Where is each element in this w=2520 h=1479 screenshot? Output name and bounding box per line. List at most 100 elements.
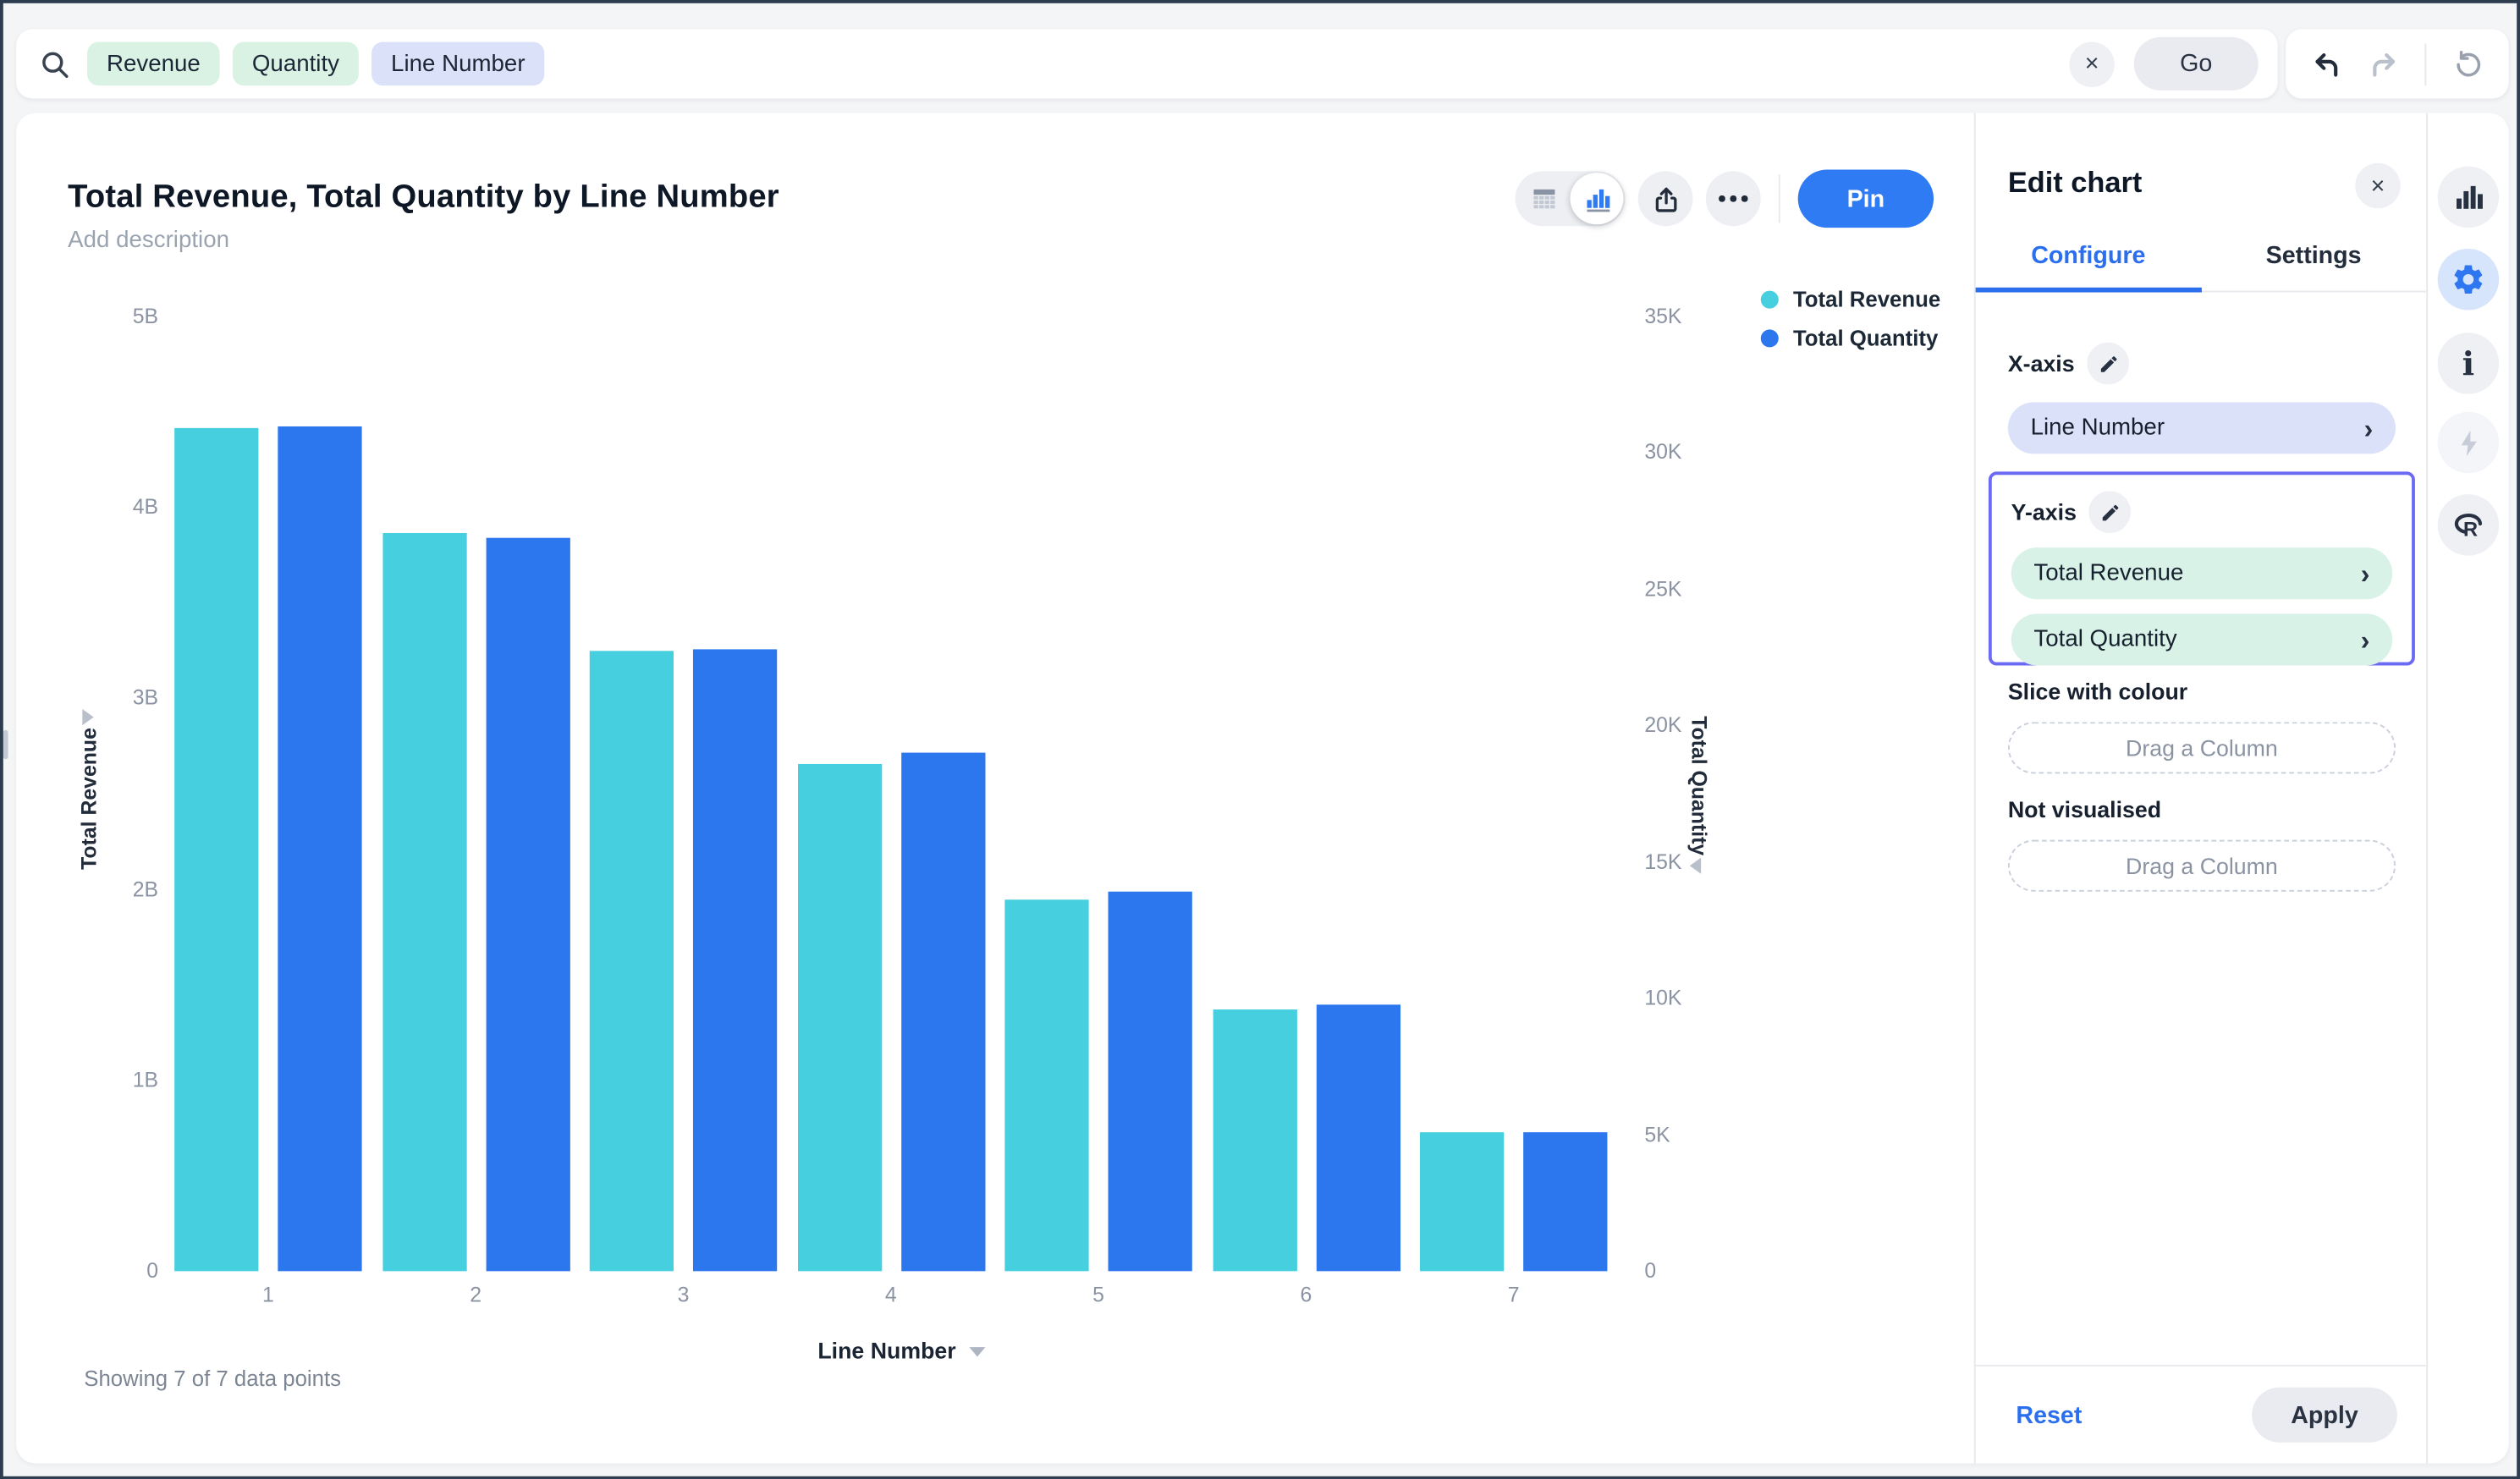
bar-total-revenue-line-4[interactable] xyxy=(797,764,881,1271)
legend-item-total-revenue[interactable]: Total Revenue xyxy=(1761,288,1940,312)
y-axis-field-total-quantity[interactable]: Total Quantity › xyxy=(2011,613,2393,665)
legend-dot-icon xyxy=(1761,329,1779,347)
right-axis-tick: 0 xyxy=(1644,1258,1728,1283)
chevron-right-icon: › xyxy=(2361,559,2370,586)
edit-x-axis-button[interactable] xyxy=(2088,343,2130,385)
x-axis-tick: 6 xyxy=(1274,1283,1338,1307)
x-axis-tick: 2 xyxy=(443,1283,508,1307)
app-window: Revenue Quantity Line Number × Go xyxy=(0,0,2520,1479)
view-toggle xyxy=(1516,171,1626,226)
divider xyxy=(2425,43,2427,85)
tab-settings[interactable]: Settings xyxy=(2201,242,2426,290)
reset-icon[interactable] xyxy=(2451,47,2484,80)
x-axis-tick: 4 xyxy=(859,1283,923,1307)
legend-label: Total Quantity xyxy=(1793,327,1938,351)
bar-total-quantity-line-4[interactable] xyxy=(900,753,984,1272)
slice-section-label: Slice with colour xyxy=(2008,679,2187,705)
table-view-icon[interactable] xyxy=(1517,173,1571,224)
bar-total-revenue-line-1[interactable] xyxy=(174,428,258,1271)
bar-total-quantity-line-2[interactable] xyxy=(486,538,569,1272)
chart-type-button[interactable] xyxy=(2438,167,2500,228)
legend-dot-icon xyxy=(1761,291,1779,309)
axis-drag-handle-icon[interactable] xyxy=(1690,858,1701,874)
y-axis-section-label: Y-axis xyxy=(2011,499,2077,525)
legend-item-total-quantity[interactable]: Total Quantity xyxy=(1761,327,1940,351)
panel-resize-handle[interactable] xyxy=(3,730,8,759)
field-label: Total Revenue xyxy=(2033,560,2183,586)
x-axis-section: X-axis Line Number › xyxy=(2008,343,2396,454)
bar-total-revenue-line-2[interactable] xyxy=(382,533,465,1271)
right-axis-tick: 5K xyxy=(1644,1122,1728,1146)
edit-y-axis-button[interactable] xyxy=(2089,491,2132,533)
add-description-button[interactable]: Add description xyxy=(68,228,229,254)
pencil-icon xyxy=(2100,502,2121,523)
x-axis-title[interactable]: Line Number xyxy=(772,1338,1030,1364)
bar-total-revenue-line-5[interactable] xyxy=(1004,899,1088,1271)
bar-total-quantity-line-7[interactable] xyxy=(1523,1132,1607,1271)
chart-type-icon xyxy=(2452,181,2484,213)
search-chip-quantity[interactable]: Quantity xyxy=(233,42,359,86)
slice-with-colour-section: Slice with colour Drag a Column xyxy=(2008,679,2396,774)
not-visualised-drop-zone[interactable]: Drag a Column xyxy=(2008,840,2396,892)
search-chip-line-number[interactable]: Line Number xyxy=(371,42,544,86)
main-card: Total Revenue, Total Quantity by Line Nu… xyxy=(16,113,2509,1464)
more-options-button[interactable] xyxy=(1706,171,1761,226)
x-axis-tick: 7 xyxy=(1482,1283,1546,1307)
top-bar: Revenue Quantity Line Number × Go xyxy=(16,29,2509,98)
info-button[interactable]: i xyxy=(2438,333,2500,394)
x-axis-title-label: Line Number xyxy=(817,1338,955,1364)
go-button[interactable]: Go xyxy=(2134,37,2259,91)
redo-arrow-icon[interactable] xyxy=(2368,47,2400,80)
apply-button[interactable]: Apply xyxy=(2252,1388,2397,1443)
search-chip-revenue[interactable]: Revenue xyxy=(87,42,220,86)
left-axis-tick: 0 xyxy=(62,1258,159,1283)
chevron-right-icon: › xyxy=(2361,626,2370,653)
axis-drag-handle-icon[interactable] xyxy=(82,709,93,725)
y-axis-section-highlighted: Y-axis Total Revenue › Total Quantity › xyxy=(1989,471,2415,665)
slice-drop-zone[interactable]: Drag a Column xyxy=(2008,722,2396,773)
search-bar[interactable]: Revenue Quantity Line Number × Go xyxy=(16,29,2278,98)
not-visualised-section-label: Not visualised xyxy=(2008,796,2161,822)
right-axis-tick: 10K xyxy=(1644,986,1728,1010)
close-icon: × xyxy=(2371,172,2385,199)
settings-gear-icon xyxy=(2451,261,2486,297)
right-axis-tick: 35K xyxy=(1644,304,1728,328)
bar-total-revenue-line-3[interactable] xyxy=(590,651,674,1271)
info-icon: i xyxy=(2462,347,2475,379)
svg-text:R: R xyxy=(2463,520,2478,542)
more-options-icon xyxy=(1719,195,1747,201)
chart-toolbar: Pin xyxy=(1516,169,1934,228)
pin-button[interactable]: Pin xyxy=(1798,169,1934,228)
x-axis-field-line-number[interactable]: Line Number › xyxy=(2008,402,2396,454)
clear-search-button[interactable]: × xyxy=(2069,41,2114,86)
bar-total-quantity-line-5[interactable] xyxy=(1109,892,1192,1272)
bar-chart-view-icon[interactable] xyxy=(1571,173,1624,224)
bar-total-quantity-line-1[interactable] xyxy=(278,426,361,1271)
r-language-icon: R xyxy=(2451,507,2486,542)
bar-total-quantity-line-3[interactable] xyxy=(693,649,777,1271)
x-axis-section-label: X-axis xyxy=(2008,350,2075,377)
bar-total-revenue-line-6[interactable] xyxy=(1213,1009,1296,1271)
actions-button[interactable] xyxy=(2438,412,2500,474)
undo-arrow-icon[interactable] xyxy=(2311,47,2343,80)
pencil-icon xyxy=(2098,353,2119,374)
tab-configure[interactable]: Configure xyxy=(1976,242,2201,290)
chevron-right-icon: › xyxy=(2363,415,2373,442)
close-panel-button[interactable]: × xyxy=(2355,163,2400,208)
x-axis-tick: 3 xyxy=(651,1283,715,1307)
panel-title: Edit chart xyxy=(2008,167,2142,201)
bar-total-revenue-line-7[interactable] xyxy=(1420,1132,1504,1271)
plot-area xyxy=(162,316,1635,1271)
reset-button[interactable]: Reset xyxy=(2016,1401,2082,1428)
x-axis-tick: 1 xyxy=(236,1283,300,1307)
left-axis-tick: 4B xyxy=(62,495,159,520)
y-axis-field-total-revenue[interactable]: Total Revenue › xyxy=(2011,547,2393,599)
legend-label: Total Revenue xyxy=(1793,288,1940,312)
chart-title: Total Revenue, Total Quantity by Line Nu… xyxy=(68,179,779,217)
panel-tabs: Configure Settings xyxy=(1976,242,2427,292)
share-button[interactable] xyxy=(1638,171,1693,226)
r-language-button[interactable]: R xyxy=(2438,494,2500,556)
bar-total-quantity-line-6[interactable] xyxy=(1316,1004,1400,1271)
actions-lightning-icon xyxy=(2453,427,2484,458)
settings-gear-button[interactable] xyxy=(2438,249,2500,311)
